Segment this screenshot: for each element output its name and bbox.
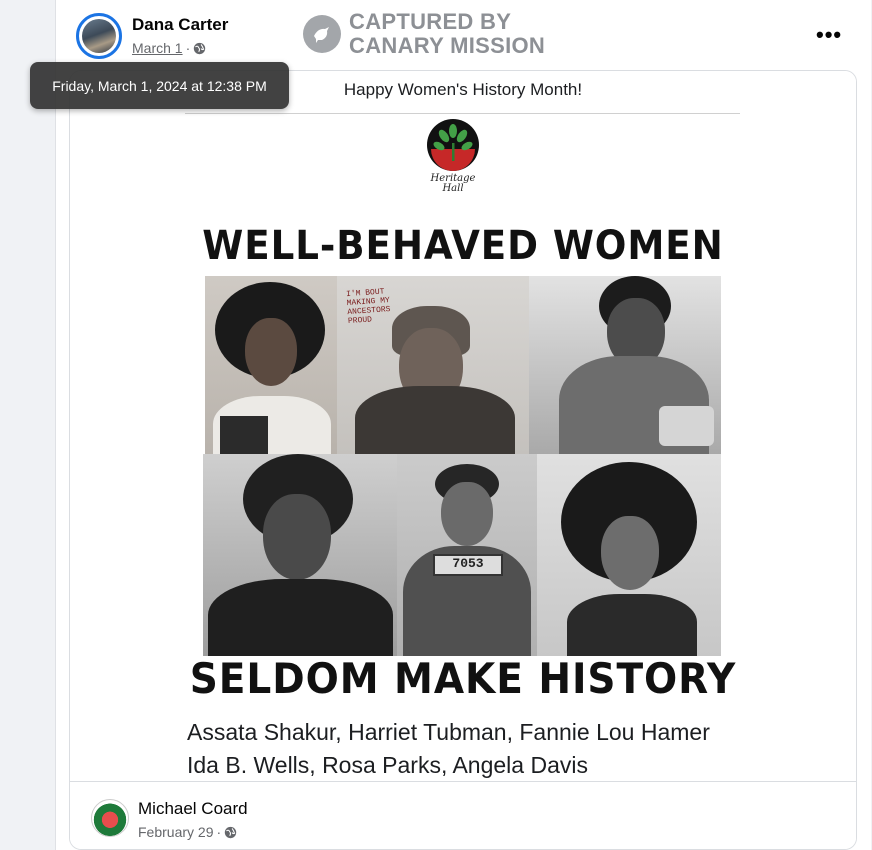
watermark-line1: CAPTURED BY — [349, 9, 512, 34]
names-line-2: Ida B. Wells, Rosa Parks, Angela Davis — [187, 752, 588, 778]
globe-icon[interactable] — [224, 826, 237, 839]
author-name[interactable]: Dana Carter — [132, 15, 228, 35]
date-tooltip: Friday, March 1, 2024 at 12:38 PM — [30, 62, 289, 109]
headline-bottom: SELDOM MAKE HISTORY — [189, 654, 737, 703]
photo-harriet-tubman: I'M BOUT MAKING MY ANCESTORS PROUD — [337, 276, 529, 454]
heritage-hall-logo — [427, 119, 479, 171]
shared-post-footer: Michael Coard February 29 · — [70, 781, 856, 849]
shared-meta-separator: · — [216, 824, 222, 840]
watermark-line2: CANARY MISSION — [349, 33, 546, 58]
logo-script-text: Heritage Hall — [430, 173, 476, 194]
meta-separator: · — [185, 40, 191, 56]
photo-assata-shakur — [205, 276, 337, 454]
headline-top: WELL-BEHAVED WOMEN — [202, 223, 724, 269]
caption-divider — [185, 113, 740, 114]
shared-author-avatar[interactable] — [91, 799, 129, 837]
post-date-link[interactable]: March 1 — [132, 40, 183, 56]
watermark: CAPTURED BY CANARY MISSION — [303, 10, 545, 58]
author-avatar-image — [82, 19, 116, 53]
more-options-icon[interactable]: ••• — [816, 22, 842, 48]
mugshot-sign: 7053 — [433, 554, 503, 576]
photo-rosa-parks: 7053 — [397, 454, 537, 656]
names-line-1: Assata Shakur, Harriet Tubman, Fannie Lo… — [187, 719, 710, 745]
shared-post[interactable]: Happy Women's History Month! Heritage Ha… — [69, 70, 857, 850]
post-meta: March 1 · — [132, 40, 206, 56]
photo-angela-davis — [537, 454, 721, 656]
shared-post-date[interactable]: February 29 — [138, 824, 213, 840]
canary-bird-icon — [303, 15, 341, 53]
shared-post-meta: February 29 · — [138, 824, 237, 840]
photo-fannie-lou-hamer — [529, 276, 721, 454]
author-avatar[interactable] — [76, 13, 122, 59]
globe-icon[interactable] — [193, 42, 206, 55]
photo-ida-b-wells — [203, 454, 397, 656]
shared-author-name[interactable]: Michael Coard — [138, 799, 248, 819]
shared-image[interactable]: Happy Women's History Month! Heritage Ha… — [70, 71, 856, 781]
